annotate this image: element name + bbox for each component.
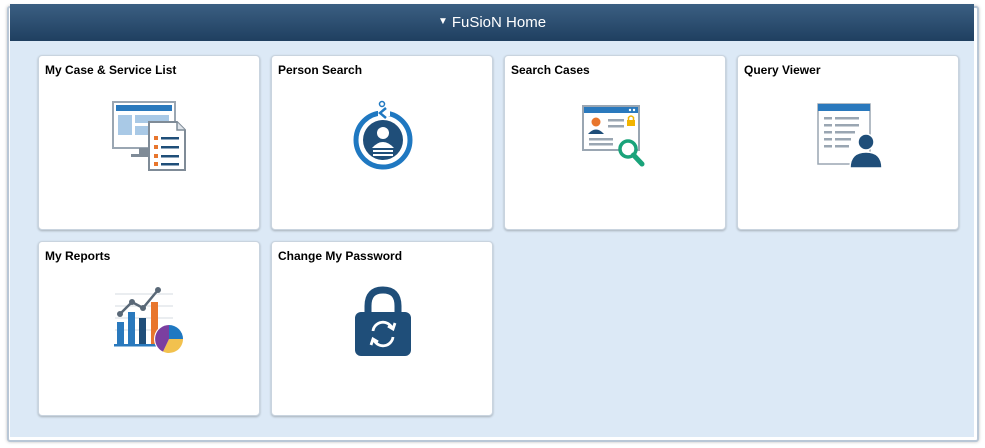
tile-title: Person Search: [278, 63, 363, 77]
person-search-icon: [353, 100, 413, 170]
tile-search-cases[interactable]: Search Cases: [504, 55, 726, 230]
dropdown-caret-icon[interactable]: ▼: [438, 16, 448, 27]
tile-my-case-service-list[interactable]: My Case & Service List: [38, 55, 260, 230]
tile-title: My Reports: [45, 249, 111, 263]
query-viewer-icon: [817, 103, 883, 169]
tile-title: Query Viewer: [744, 63, 821, 77]
tile-title: My Case & Service List: [45, 63, 177, 77]
tile-title: Change My Password: [278, 249, 403, 263]
tile-query-viewer[interactable]: Query Viewer: [737, 55, 959, 230]
tile-my-reports[interactable]: My Reports: [38, 241, 260, 416]
case-service-list-icon: [112, 101, 186, 171]
tile-person-search[interactable]: Person Search: [271, 55, 493, 230]
tile-change-my-password[interactable]: Change My Password: [271, 241, 493, 416]
password-lock-icon: [355, 286, 411, 356]
homepage-title[interactable]: FuSioN Home: [452, 14, 546, 31]
homepage-header[interactable]: ▼ FuSioN Home: [10, 4, 974, 41]
tile-title: Search Cases: [511, 63, 590, 77]
search-cases-icon: [582, 105, 645, 167]
reports-chart-icon: [114, 287, 184, 354]
tile-panel: My Case & Service List Person Search Sea…: [10, 41, 974, 437]
